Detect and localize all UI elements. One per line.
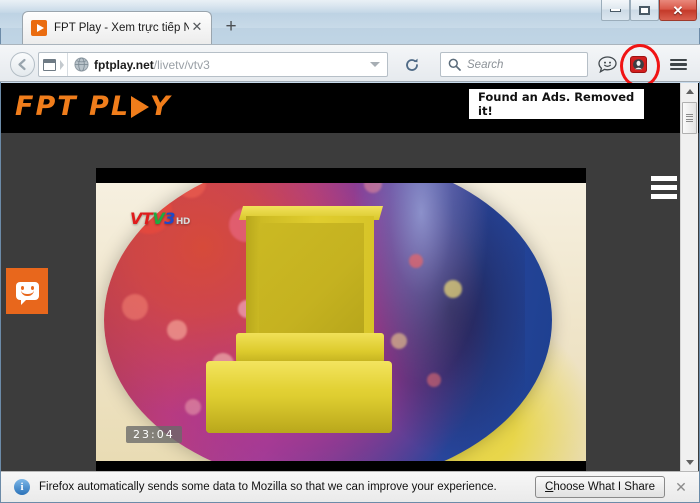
adblock-popup-message: Found an Ads. Removed it! (478, 90, 635, 118)
adblock-toolbar-button[interactable] (625, 52, 651, 77)
pedestal-mid-block (236, 333, 384, 363)
url-path: /livetv/vtv3 (153, 57, 210, 72)
url-host: fptplay.net (94, 57, 154, 72)
restore-icon (639, 5, 650, 15)
browser-window: FPT Play - Xem trực tiếp N... ✕ + ✕ fptp… (0, 0, 700, 503)
page-scrollbar[interactable] (680, 83, 698, 471)
tab-title: FPT Play - Xem trực tiếp N... (54, 22, 189, 34)
watermark-t: T (141, 209, 153, 228)
window-restore-button[interactable] (630, 0, 659, 21)
close-icon: ✕ (672, 2, 684, 18)
back-arrow-icon (18, 58, 26, 71)
window-minimize-button[interactable] (601, 0, 630, 21)
identity-chevron-icon (60, 59, 64, 70)
pedestal-low-face (206, 395, 392, 433)
globe-icon (74, 57, 89, 72)
adblock-notification-popup[interactable]: Found an Ads. Removed it! (469, 89, 644, 119)
video-player[interactable]: VTV3HD 23:04 (96, 168, 586, 471)
scroll-up-arrow[interactable] (681, 83, 698, 100)
search-magnifier-icon (448, 58, 461, 71)
info-icon: i (14, 479, 30, 495)
minimize-icon (610, 8, 621, 12)
play-circle-icon (31, 20, 47, 36)
chat-bubble-icon[interactable] (594, 52, 620, 77)
tab-close-icon[interactable]: ✕ (189, 20, 205, 36)
adblock-shield-icon (629, 56, 647, 73)
watermark-v2: V (152, 209, 165, 228)
site-identity-button[interactable] (39, 53, 68, 76)
feedback-tab-button[interactable] (6, 268, 48, 314)
notification-close-icon[interactable]: ✕ (673, 479, 689, 496)
watermark-3: 3 (164, 209, 175, 228)
window-close-button[interactable]: ✕ (659, 0, 697, 21)
watermark-hd: HD (175, 217, 191, 227)
channel-watermark: VTV3HD (130, 211, 190, 227)
reload-button[interactable] (400, 53, 424, 76)
page-identity-icon (43, 58, 56, 71)
scrollbar-grip-icon (686, 112, 693, 124)
new-tab-button[interactable]: + (218, 16, 244, 40)
notification-message: Firefox automatically sends some data to… (39, 481, 497, 493)
search-input-placeholder[interactable]: Search (467, 59, 503, 71)
watermark-v1: V (130, 209, 142, 228)
play-triangle-icon (131, 95, 150, 118)
url-text: fptplay.net/livetv/vtv3 (94, 58, 210, 72)
chevron-down-icon[interactable] (370, 62, 380, 67)
navigation-toolbar: fptplay.net/livetv/vtv3 Search (0, 44, 700, 82)
browser-tab[interactable]: FPT Play - Xem trực tiếp N... ✕ (22, 11, 212, 44)
address-bar[interactable]: fptplay.net/livetv/vtv3 (38, 52, 388, 77)
button-label-rest: hoose What I Share (553, 481, 655, 493)
video-stage[interactable]: VTV3HD 23:04 (96, 183, 586, 461)
scroll-down-arrow[interactable] (681, 454, 698, 471)
page-viewport: FPT PL Y VTV3HD 23:04 (1, 83, 699, 471)
notification-bar: i Firefox automatically sends some data … (1, 471, 699, 502)
brand-text-prefix: FPT PL (15, 91, 131, 122)
pedestal-top-inner (259, 223, 364, 335)
scrollbar-thumb[interactable] (682, 102, 697, 134)
tab-strip: FPT Play - Xem trực tiếp N... ✕ + (0, 0, 700, 44)
feedback-smiley-icon (15, 282, 39, 305)
choose-what-i-share-button[interactable]: Choose What I Share (535, 476, 665, 498)
reload-icon (406, 58, 418, 71)
brand-text-suffix: Y (150, 91, 172, 122)
page-hamburger-icon[interactable] (651, 176, 677, 203)
button-accelerator-letter: C (545, 481, 554, 493)
clock-overlay: 23:04 (126, 426, 182, 443)
back-button[interactable] (10, 52, 35, 77)
fpt-play-logo[interactable]: FPT PL Y (15, 93, 172, 120)
search-bar[interactable]: Search (440, 52, 588, 77)
hamburger-menu-icon[interactable] (665, 52, 691, 77)
